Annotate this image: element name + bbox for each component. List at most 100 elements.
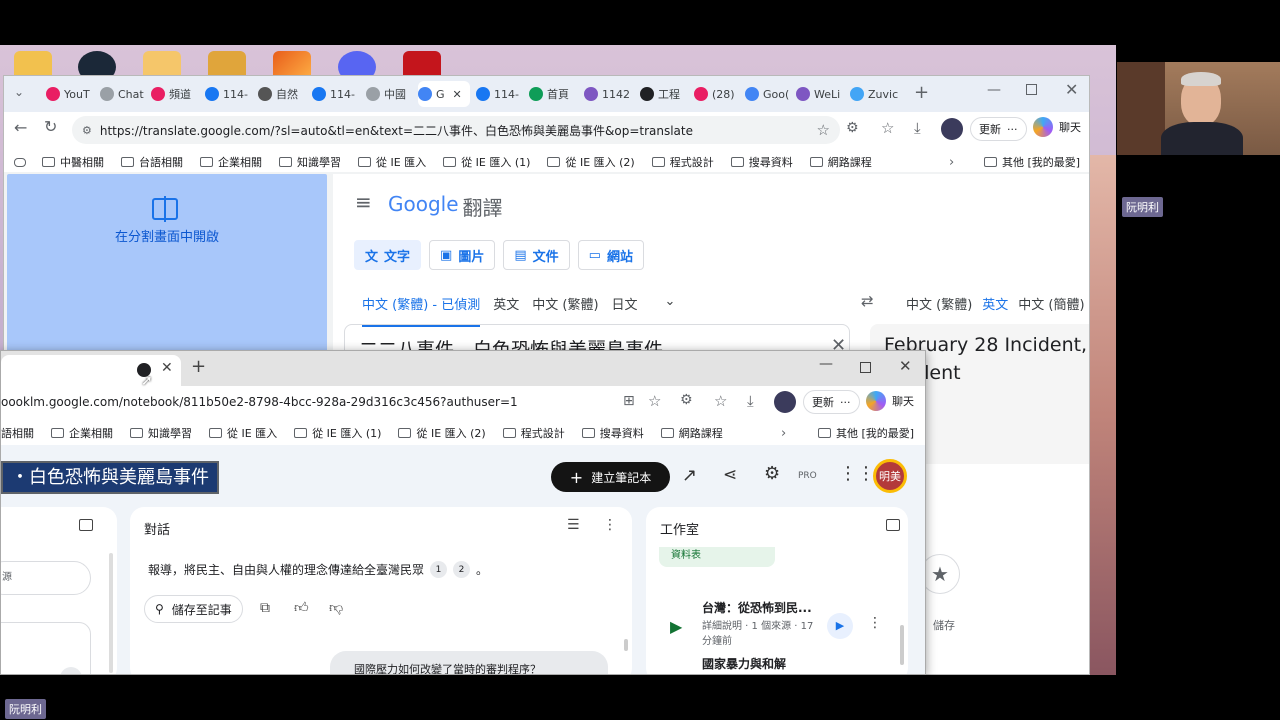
src-lang-more-icon[interactable]: ⌄ [665, 294, 676, 327]
thumbs-down-icon[interactable]: 👎︎ [329, 599, 343, 616]
bookmark-star-icon[interactable]: ☆ [817, 121, 830, 139]
bookmark-folder[interactable]: 從 IE 匯入 (1) [443, 154, 530, 170]
profile-avatar[interactable] [941, 118, 963, 140]
update-button[interactable]: 更新 ··· [803, 390, 860, 414]
settings-icon[interactable]: ⚙ [764, 463, 780, 484]
browser-tab[interactable]: 114- [476, 81, 523, 107]
maximize-icon[interactable] [860, 362, 871, 373]
mode-text-tab[interactable]: 文文字 [354, 240, 422, 270]
download-icon[interactable]: ⤓ [914, 119, 921, 137]
bookmark-folder[interactable]: 從 IE 匯入 (2) [398, 425, 486, 441]
bookmark-folder[interactable]: 企業相關 [51, 425, 113, 441]
src-lang-japanese[interactable]: 日文 [612, 294, 638, 327]
tab-search-icon[interactable]: ⌄ [14, 85, 24, 99]
browser-tab[interactable]: Chat [100, 81, 145, 107]
minimize-icon[interactable]: — [819, 356, 833, 372]
bookmark-folder[interactable]: 從 IE 匯入 (1) [294, 425, 381, 441]
bookmark-folder[interactable]: 程式設計 [651, 154, 714, 170]
bookmark-folder[interactable]: 程式設計 [502, 425, 565, 441]
audio-more-icon[interactable]: ⋮ [868, 615, 882, 631]
minimize-icon[interactable]: — [987, 82, 1001, 98]
bookmarks-more-icon[interactable]: › [949, 155, 954, 170]
browser-tab[interactable]: WeLi [796, 81, 844, 107]
saved-star-icon[interactable]: ★ [920, 554, 960, 594]
close-tab-icon[interactable]: ✕ [453, 88, 462, 101]
studio-scrollbar[interactable] [900, 625, 904, 665]
bookmark-folder[interactable]: 知識學習 [279, 154, 341, 170]
new-tab-icon[interactable]: + [914, 82, 929, 103]
split-screen-panel[interactable]: 在分割畫面中開啟 [7, 174, 327, 374]
tgt-lang-chinese-trad[interactable]: 中文 (繁體) [906, 294, 972, 327]
chat-tune-icon[interactable]: ☰ [567, 517, 580, 533]
new-tab-icon[interactable]: + [191, 356, 206, 377]
bookmark-folder[interactable]: 中醫相關 [42, 154, 104, 170]
swap-languages-icon[interactable]: ⇄ [861, 292, 874, 310]
maximize-icon[interactable] [1026, 84, 1037, 95]
save-to-note-button[interactable]: ⚲ 儲存至記事 [144, 595, 243, 623]
bookmark-other-favorites[interactable]: 其他 [我的最愛] [818, 425, 914, 441]
copilot-chat-button[interactable]: 聊天 [1033, 117, 1081, 137]
bookmark-star-icon[interactable]: ☆ [648, 392, 661, 410]
bookmark-folder[interactable]: 搜尋資料 [730, 154, 793, 170]
bookmark-other-favorites[interactable]: 其他 [我的最愛] [984, 154, 1080, 170]
sources-scrollbar[interactable] [109, 553, 113, 673]
browser-tab[interactable]: Zuvic [850, 81, 900, 107]
bookmark-folder[interactable]: 從 IE 匯入 [358, 154, 426, 170]
browser-tab[interactable]: 114- [205, 81, 252, 107]
mode-document-tab[interactable]: ▤ 文件 [503, 240, 570, 270]
collapse-studio-icon[interactable] [886, 519, 900, 531]
account-avatar[interactable]: 明美 [873, 459, 907, 493]
analytics-icon[interactable]: ↗ [682, 465, 697, 486]
favorites-icon[interactable]: ☆ [714, 392, 727, 410]
browser-tab[interactable]: YouT [46, 81, 94, 107]
bookmark-folder[interactable]: 從 IE 匯入 (2) [547, 154, 635, 170]
copilot-chat-button[interactable]: 聊天 [866, 391, 914, 411]
bookmark-folder[interactable]: 網路課程 [809, 154, 872, 170]
browser-tab[interactable]: 114- [312, 81, 360, 107]
url-field[interactable]: ⚙ https://translate.google.com/?sl=auto&… [72, 116, 840, 144]
bookmark-folder[interactable]: 知識學習 [130, 425, 192, 441]
tgt-lang-english[interactable]: 英文 [982, 294, 1009, 327]
mode-website-tab[interactable]: ▭ 網站 [577, 240, 644, 270]
browser-tab[interactable]: 工程 [640, 81, 688, 107]
browser-tab[interactable]: 首頁 [529, 81, 578, 107]
download-icon[interactable]: ⤓ [747, 392, 754, 410]
close-window-icon[interactable]: ✕ [899, 357, 912, 375]
url-text-2[interactable]: oooklm.google.com/notebook/811b50e2-8798… [1, 395, 518, 409]
profile-avatar[interactable] [774, 391, 796, 413]
update-button[interactable]: 更新 ··· [970, 117, 1027, 141]
extensions-icon[interactable]: ⚙ [680, 392, 693, 408]
browser-tab[interactable]: (28) [694, 81, 739, 107]
browser-tab[interactable]: Goo( [745, 81, 790, 107]
collapse-sources-icon[interactable] [79, 519, 93, 531]
thumbs-up-icon[interactable]: 👍︎ [294, 599, 309, 616]
mode-image-tab[interactable]: ▣ 圖片 [429, 240, 496, 270]
audio-title[interactable]: 台灣：從恐怖到民... [702, 599, 812, 616]
collections-icon[interactable] [14, 157, 26, 167]
extensions-icon[interactable]: ⚙ [846, 120, 859, 136]
share-icon[interactable]: ⋖ [723, 465, 737, 485]
table-chip[interactable]: 資料表 [659, 547, 775, 567]
bookmark-folder[interactable]: 台語相關 [121, 154, 183, 170]
src-lang-english[interactable]: 英文 [493, 294, 519, 327]
site-info-icon[interactable]: ⚙ [82, 124, 92, 137]
app-available-icon[interactable]: ⊞ [623, 393, 635, 409]
bookmark-folder[interactable]: 語相關 [1, 425, 34, 441]
reload-icon[interactable]: ↻ [44, 117, 57, 136]
bookmarks-more-icon[interactable]: › [781, 426, 786, 441]
browser-tab[interactable]: 自然 [258, 81, 306, 107]
browser-tab[interactable]: 中國 [366, 81, 412, 107]
copy-icon[interactable]: ⧉ [260, 600, 270, 616]
citation-1[interactable]: 1 [430, 561, 448, 578]
back-icon[interactable]: ← [14, 118, 27, 137]
browser-tab[interactable]: 頻道 [151, 81, 199, 107]
source-search-field[interactable]: 源 [1, 561, 91, 595]
apps-grid-icon[interactable]: ⋮⋮ [839, 463, 875, 484]
next-item-title[interactable]: 國家暴力與和解 [702, 655, 786, 672]
google-translate-logo[interactable]: Google 翻譯 [388, 192, 503, 221]
src-lang-chinese-trad[interactable]: 中文 (繁體) [532, 294, 598, 327]
chat-scrollbar[interactable] [624, 639, 628, 651]
browser-tab[interactable]: G ✕ [418, 81, 470, 107]
play-icon[interactable]: ▶ [827, 613, 853, 639]
bookmark-folder[interactable]: 網路課程 [660, 425, 723, 441]
